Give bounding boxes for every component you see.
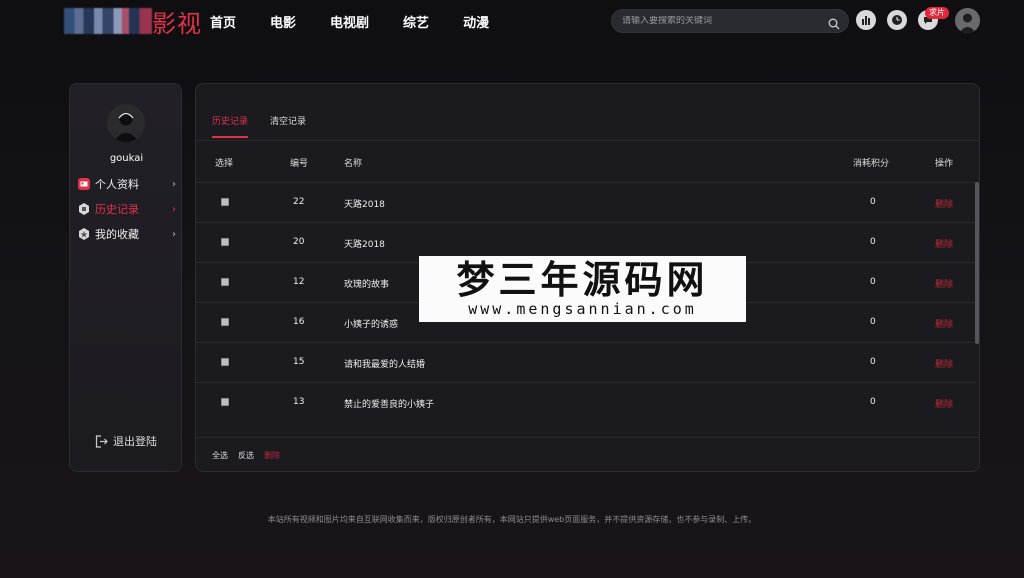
- clock-icon[interactable]: [887, 10, 907, 30]
- column-id: 编号: [290, 159, 309, 169]
- logo-mosaic: [64, 8, 152, 34]
- row-checkbox[interactable]: [221, 358, 229, 366]
- nav-tv[interactable]: 电视剧: [330, 12, 369, 31]
- row-delete-button[interactable]: 删除: [935, 317, 953, 330]
- tab-clear-history[interactable]: 清空记录: [270, 114, 306, 138]
- row-name[interactable]: 请和我最爱的人结婚: [344, 357, 425, 370]
- profile-avatar: [107, 104, 145, 142]
- sidebar-item-favorites[interactable]: 我的收藏 ›: [78, 225, 178, 243]
- column-name: 名称: [344, 159, 363, 169]
- delete-selected-button[interactable]: 删除: [264, 450, 280, 461]
- search-input[interactable]: [622, 16, 828, 26]
- row-name[interactable]: 小姨子的诱惑: [344, 317, 398, 330]
- row-checkbox[interactable]: [221, 398, 229, 406]
- username: goukai: [109, 153, 144, 164]
- chevron-right-icon: ›: [172, 228, 176, 240]
- row-id: 12: [293, 277, 305, 287]
- table-row: 15 请和我最爱的人结婚 0 删除: [196, 342, 976, 382]
- table-header: 选择 编号 名称 消耗积分 操作: [196, 154, 979, 182]
- row-id: 13: [293, 397, 305, 407]
- row-delete-button[interactable]: 删除: [935, 237, 953, 250]
- row-checkbox[interactable]: [221, 318, 229, 326]
- user-sidebar: goukai 个人资料 › 历史记录 › 我的收藏 › 退出登陆: [69, 83, 182, 472]
- chevron-right-icon: ›: [172, 178, 176, 190]
- select-all-button[interactable]: 全选: [212, 450, 228, 461]
- copyright-notice: 本站所有视频和图片均来自互联网收集而来，版权归原创者所有，本网站只提供web页面…: [267, 515, 757, 524]
- top-header: 影视 首页 电影 电视剧 综艺 动漫 求片: [0, 0, 1024, 42]
- watermark-title: 梦三年源码网: [456, 257, 709, 302]
- request-badge: 求片: [925, 7, 949, 19]
- column-select: 选择: [215, 159, 234, 169]
- row-name[interactable]: 天路2018: [344, 237, 385, 250]
- history-hex-icon: [78, 203, 90, 215]
- row-id: 16: [293, 317, 305, 327]
- sidebar-item-history[interactable]: 历史记录 ›: [78, 200, 178, 218]
- column-points: 消耗积分: [853, 159, 890, 169]
- ranking-icon[interactable]: [856, 10, 876, 30]
- row-delete-button[interactable]: 删除: [935, 277, 953, 290]
- sidebar-item-profile[interactable]: 个人资料 ›: [78, 175, 178, 193]
- table-row: 13 禁止的爱善良的小姨子 0 删除: [196, 382, 976, 422]
- nav-variety[interactable]: 综艺: [403, 12, 429, 31]
- nav-anime[interactable]: 动漫: [463, 12, 489, 31]
- row-points: 0: [870, 397, 876, 407]
- divider: [196, 140, 979, 141]
- logout-button[interactable]: 退出登陆: [95, 433, 157, 449]
- logo-text: 影视: [152, 9, 202, 38]
- table-row: 22 天路2018 0 删除: [196, 182, 976, 222]
- row-name[interactable]: 玫瑰的故事: [344, 277, 389, 290]
- row-points: 0: [870, 237, 876, 247]
- panel-tabs: 历史记录 清空记录: [212, 114, 328, 138]
- row-id: 22: [293, 197, 305, 207]
- bulk-actions: 全选 反选 删除: [212, 450, 290, 461]
- tab-history[interactable]: 历史记录: [212, 114, 249, 138]
- id-card-icon: [78, 178, 90, 190]
- row-name[interactable]: 天路2018: [344, 197, 385, 210]
- user-avatar-icon[interactable]: [955, 8, 980, 33]
- row-points: 0: [870, 317, 876, 327]
- row-delete-button[interactable]: 删除: [935, 397, 953, 410]
- nav-home[interactable]: 首页: [210, 12, 236, 31]
- logout-icon: [95, 434, 108, 448]
- row-checkbox[interactable]: [221, 198, 229, 206]
- row-delete-button[interactable]: 删除: [935, 197, 953, 210]
- chevron-right-icon: ›: [172, 203, 176, 215]
- site-logo[interactable]: 影视: [64, 6, 202, 38]
- row-delete-button[interactable]: 删除: [935, 357, 953, 370]
- row-checkbox[interactable]: [221, 278, 229, 286]
- row-id: 15: [293, 357, 305, 367]
- main-nav: 首页 电影 电视剧 综艺 动漫: [210, 12, 523, 31]
- row-name[interactable]: 禁止的爱善良的小姨子: [344, 397, 434, 410]
- row-points: 0: [870, 277, 876, 287]
- table-scrollbar[interactable]: [975, 182, 979, 344]
- sidebar-item-label: 个人资料: [95, 178, 139, 191]
- watermark: 梦三年源码网 www.mengsannian.com: [419, 256, 746, 322]
- divider: [196, 437, 979, 438]
- row-id: 20: [293, 237, 305, 247]
- invert-selection-button[interactable]: 反选: [238, 450, 254, 461]
- search-icon[interactable]: [828, 15, 840, 30]
- row-points: 0: [870, 197, 876, 207]
- row-checkbox[interactable]: [221, 238, 229, 246]
- row-points: 0: [870, 357, 876, 367]
- logout-label: 退出登陆: [113, 435, 157, 448]
- star-hex-icon: [78, 228, 90, 240]
- column-action: 操作: [935, 159, 954, 169]
- nav-movie[interactable]: 电影: [270, 12, 296, 31]
- sidebar-item-label: 我的收藏: [95, 228, 139, 241]
- search-box: [611, 9, 849, 33]
- sidebar-item-label: 历史记录: [95, 203, 139, 216]
- watermark-url: www.mengsannian.com: [468, 300, 697, 318]
